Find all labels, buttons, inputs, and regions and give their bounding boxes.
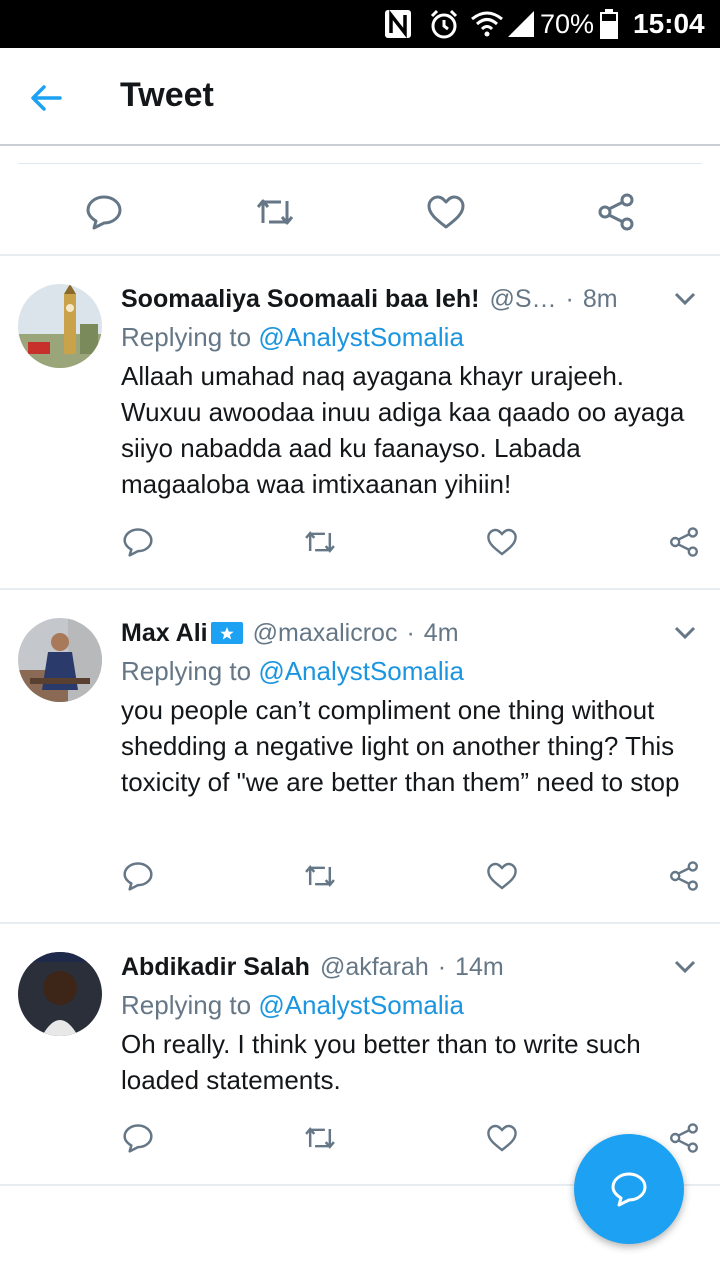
chevron-down-icon bbox=[674, 292, 696, 306]
battery-icon bbox=[599, 0, 619, 48]
more-options-button[interactable] bbox=[672, 620, 698, 646]
share-button[interactable] bbox=[664, 856, 704, 896]
tweet-text: Oh really. I think you better than to wr… bbox=[121, 1029, 641, 1095]
separator-dot: · bbox=[437, 952, 447, 981]
reply-header: Max Ali @maxalicroc · 4m bbox=[121, 616, 661, 650]
retweet-button[interactable] bbox=[300, 856, 340, 896]
mention-link[interactable]: @AnalystSomalia bbox=[258, 990, 464, 1020]
battery-percent: 70% bbox=[540, 8, 595, 39]
replying-to: Replying to @AnalystSomalia bbox=[121, 990, 464, 1020]
more-options-button[interactable] bbox=[672, 286, 698, 312]
alarm-icon bbox=[428, 0, 460, 48]
display-name[interactable]: Soomaaliya Soomaali baa leh! bbox=[121, 285, 479, 314]
mention-link[interactable]: @AnalystSomalia bbox=[258, 656, 464, 686]
separator-dot: · bbox=[565, 284, 574, 313]
share-button[interactable] bbox=[664, 522, 704, 562]
share-button[interactable] bbox=[594, 190, 638, 234]
timestamp: 8m bbox=[582, 284, 618, 313]
heart-icon bbox=[487, 528, 517, 556]
replying-to: Replying to @AnalystSomalia bbox=[121, 322, 464, 352]
back-button[interactable] bbox=[26, 78, 66, 118]
heart-icon bbox=[427, 195, 465, 229]
avatar[interactable] bbox=[18, 284, 102, 368]
heart-icon bbox=[487, 1124, 517, 1152]
main-tweet-actions bbox=[0, 148, 720, 256]
like-button[interactable] bbox=[424, 190, 468, 234]
like-button[interactable] bbox=[482, 522, 522, 562]
clock: 15:04 bbox=[633, 8, 705, 39]
retweet-icon bbox=[305, 1127, 335, 1149]
mention-link[interactable]: @AnalystSomalia bbox=[258, 322, 464, 352]
replying-to: Replying to @AnalystSomalia bbox=[121, 656, 464, 686]
arrow-left-icon bbox=[31, 85, 62, 111]
username[interactable]: @S… bbox=[489, 285, 556, 314]
avatar[interactable] bbox=[18, 952, 102, 1036]
display-name[interactable]: Max Ali bbox=[121, 619, 208, 648]
reply-icon bbox=[86, 195, 122, 230]
reply-icon bbox=[611, 1172, 647, 1207]
share-icon bbox=[670, 1123, 698, 1153]
retweet-button[interactable] bbox=[300, 522, 340, 562]
avatar[interactable] bbox=[18, 618, 102, 702]
flag-emoji-icon bbox=[210, 622, 243, 644]
heart-icon bbox=[487, 862, 517, 890]
reply-tweet[interactable]: Max Ali @maxalicroc · 4m Replying to @An… bbox=[0, 590, 720, 924]
timestamp: 14m bbox=[455, 952, 504, 981]
reply-header: Soomaaliya Soomaali baa leh! @S… · 8m bbox=[121, 282, 661, 316]
separator-dot: · bbox=[406, 618, 415, 647]
username[interactable]: @maxalicroc bbox=[253, 619, 398, 648]
like-button[interactable] bbox=[482, 1118, 522, 1158]
reply-header: Abdikadir Salah @akfarah · 14m bbox=[121, 950, 661, 984]
username[interactable]: @akfarah bbox=[320, 953, 429, 982]
compose-reply-button[interactable] bbox=[574, 1134, 684, 1244]
divider bbox=[18, 163, 702, 164]
chevron-down-icon bbox=[674, 960, 696, 974]
display-name[interactable]: Abdikadir Salah bbox=[121, 953, 310, 982]
retweet-icon bbox=[305, 531, 335, 553]
retweet-button[interactable] bbox=[253, 190, 297, 234]
timestamp: 4m bbox=[423, 618, 459, 647]
page-title: Tweet bbox=[120, 76, 214, 114]
share-icon bbox=[670, 861, 698, 891]
retweet-icon bbox=[256, 199, 294, 225]
tweet-text: you people can’t compliment one thing wi… bbox=[121, 695, 680, 797]
status-bar: 70% 15:04 bbox=[0, 0, 720, 48]
more-options-button[interactable] bbox=[672, 954, 698, 980]
reply-button[interactable] bbox=[82, 190, 126, 234]
share-icon bbox=[598, 193, 634, 231]
reply-button[interactable] bbox=[118, 522, 158, 562]
reply-button[interactable] bbox=[118, 856, 158, 896]
share-icon bbox=[670, 527, 698, 557]
reply-icon bbox=[123, 528, 153, 557]
chevron-down-icon bbox=[674, 626, 696, 640]
reply-tweet[interactable]: Soomaaliya Soomaali baa leh! @S… · 8m Re… bbox=[0, 256, 720, 590]
reply-button[interactable] bbox=[118, 1118, 158, 1158]
reply-icon bbox=[123, 1124, 153, 1153]
reply-icon bbox=[123, 862, 153, 891]
tweet-text: Allaah umahad naq ayagana khayr urajeeh.… bbox=[121, 361, 685, 499]
like-button[interactable] bbox=[482, 856, 522, 896]
retweet-button[interactable] bbox=[300, 1118, 340, 1158]
signal-icon bbox=[506, 0, 536, 48]
wifi-icon bbox=[470, 0, 504, 48]
retweet-icon bbox=[305, 865, 335, 887]
nfc-icon bbox=[384, 0, 412, 48]
app-header: Tweet bbox=[0, 48, 720, 146]
